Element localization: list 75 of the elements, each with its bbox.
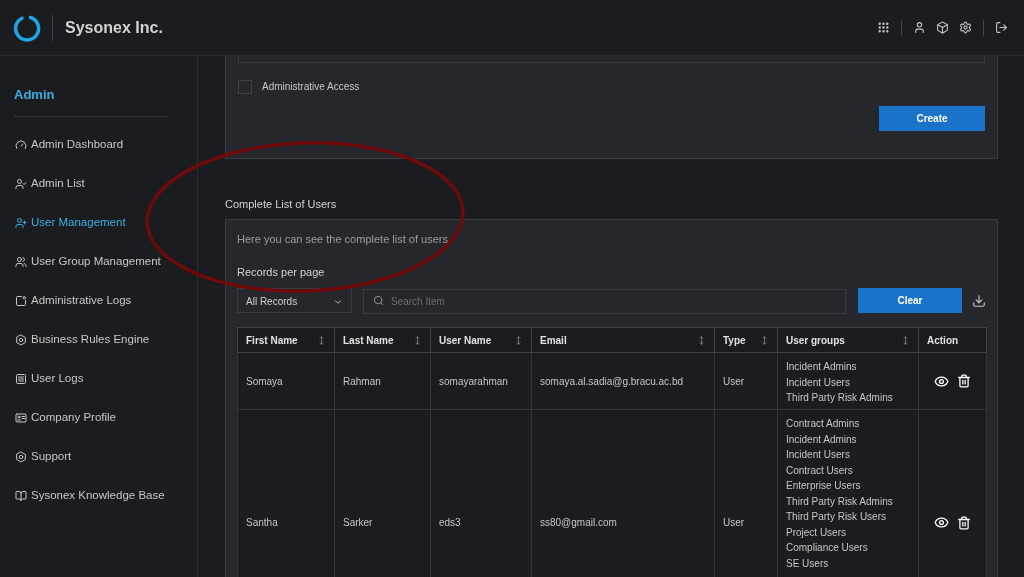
sidebar-item[interactable]: Administrative Logs [14,281,183,320]
eye-icon[interactable] [934,373,949,389]
list-icon [15,372,27,385]
user-group-label: Third Party Risk Admins [786,391,894,405]
user-group-label: Compliance Users [786,541,869,555]
gauge-icon [15,138,27,151]
user-group-label: Incident Admins [786,432,858,447]
user-group-label: Contract Users [786,463,854,478]
column-header[interactable]: First Name [237,327,335,353]
settings-icon[interactable] [959,21,972,34]
box-icon[interactable] [936,21,949,34]
checkbox-label: Administrative Access [262,80,360,94]
trash-icon[interactable] [957,374,971,388]
hexagon-icon [15,450,27,463]
eye-icon[interactable] [934,515,949,530]
sidebar-item[interactable]: Admin List [14,164,183,203]
column-header[interactable]: Type [714,327,778,353]
table-cell: Somaya [237,352,335,410]
user-group-label: Incident Users [786,448,851,462]
sidebar-item[interactable]: User Logs [14,359,183,398]
user-group-label: Enterprise Users [786,479,862,493]
column-header[interactable]: User groups [777,327,919,353]
column-header[interactable]: Last Name [334,327,431,353]
sort-arrows-icon[interactable] [413,335,422,345]
search-field[interactable]: Search Item [363,289,846,314]
user-group-label: Third Party Risk Users [786,510,887,524]
user-group-label: Incident Admins [786,360,858,374]
table-cell: Rahman [334,352,431,410]
table-cell: somaya.al.sadia@g.bracu.ac.bd [531,352,715,410]
user-group-label: Project Users [786,525,847,540]
records-select[interactable]: All Records [237,288,352,313]
user-icon[interactable] [913,21,926,34]
clear-button[interactable]: Clear [858,288,962,313]
hexagon-icon [15,333,27,346]
trash-icon[interactable] [957,515,971,530]
apps-grid-icon[interactable] [877,21,890,34]
user-group-label: Contract Admins [786,417,861,431]
logo-ring-icon [13,13,41,42]
download-icon[interactable] [972,293,986,308]
sidebar-item[interactable]: Admin Dashboard [14,125,183,164]
section-title: Complete List of Users [225,197,338,211]
column-header: Action [918,327,987,353]
users-icon [15,255,27,268]
search-icon [373,295,384,306]
book-icon [15,489,27,502]
create-button[interactable]: Create [879,106,985,131]
sort-arrows-icon[interactable] [697,335,706,345]
records-label: Records per page [237,265,326,279]
table-cell: User [714,352,778,410]
company-name: Sysonex Inc. [65,17,163,38]
logout-icon[interactable] [995,21,1008,34]
square-dot-icon [15,294,27,307]
user-group-label: Third Party Risk Admins [786,494,894,509]
sidebar-item[interactable]: Support [14,437,183,476]
id-card-icon [15,411,27,424]
checkbox[interactable] [238,79,252,94]
sidebar-item[interactable]: User Group Management [14,242,183,281]
sort-arrows-icon[interactable] [514,335,523,345]
sort-arrows-icon[interactable] [760,335,769,345]
sidebar-item[interactable]: Sysonex Knowledge Base [14,476,183,515]
column-header[interactable]: Email [531,327,715,353]
sort-arrows-icon[interactable] [901,335,910,345]
column-header[interactable]: User Name [430,327,532,353]
user-plus-icon [15,216,27,229]
table-cell: Santha [237,409,335,577]
sidebar-item[interactable]: Business Rules Engine [14,320,183,359]
sidebar-item[interactable]: Company Profile [14,398,183,437]
section-description: Here you can see the complete list of users [237,232,449,246]
table-cell: somayarahman [430,352,532,410]
sidebar-item[interactable]: User Management [14,203,183,242]
user-group-label: SE Users [786,556,830,571]
user-check-icon [15,177,27,190]
user-group-label: Incident Users [786,375,851,390]
sort-arrows-icon[interactable] [317,335,326,345]
sidebar-title: Admin [14,87,56,103]
